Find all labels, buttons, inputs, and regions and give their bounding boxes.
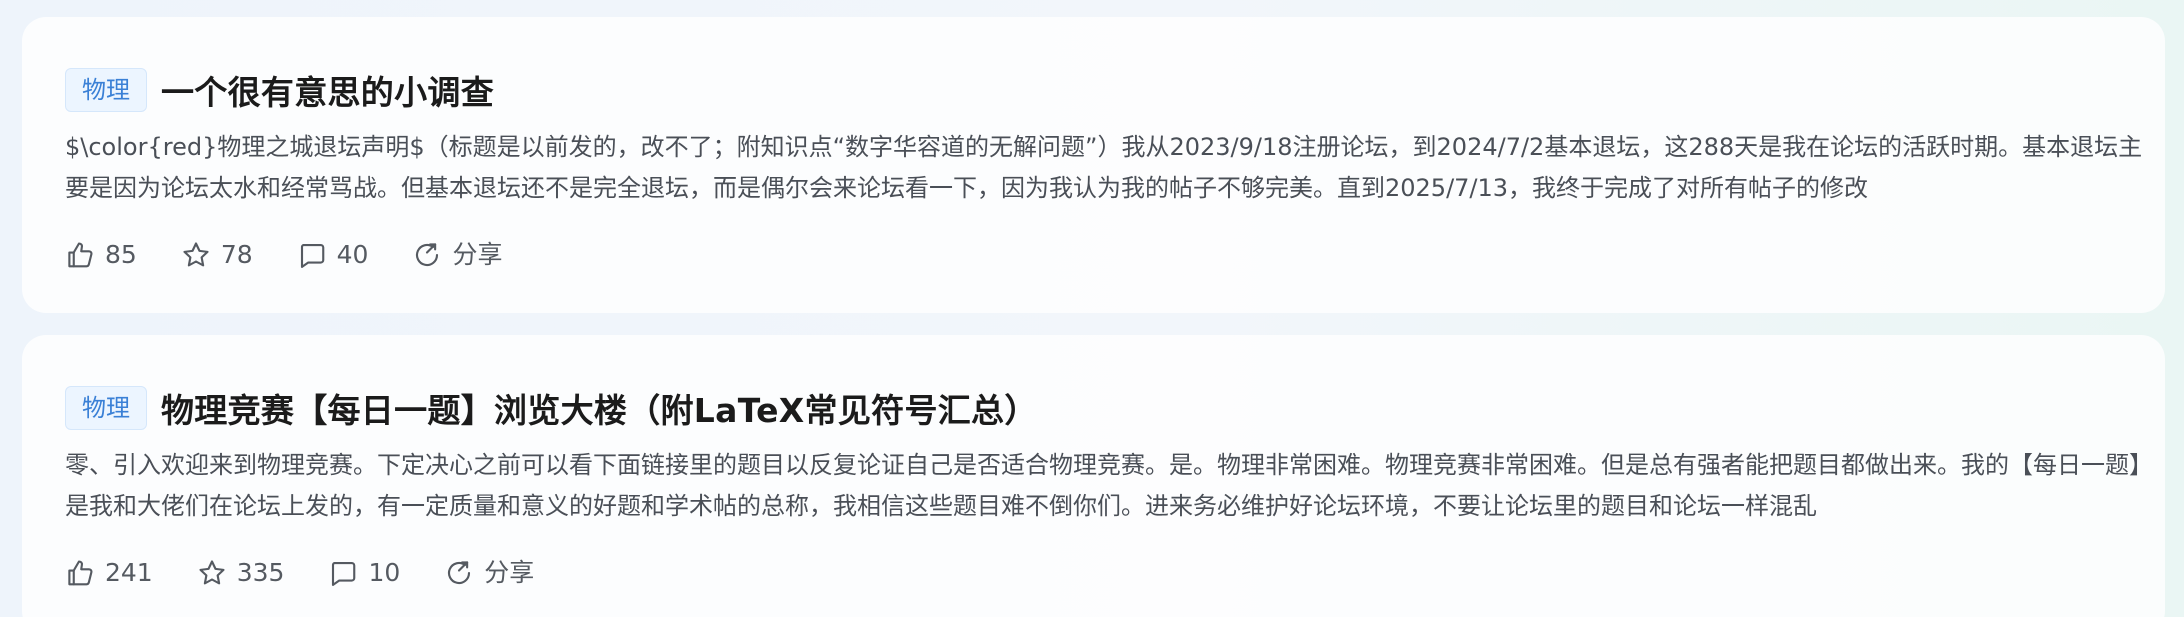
post-title-row: 物理 物理竞赛【每日一题】浏览大楼（附LaTeX常见符号汇总）	[65, 385, 2121, 431]
comment-button[interactable]: 40	[297, 240, 369, 270]
thumbs-up-icon	[68, 560, 93, 586]
favorite-button[interactable]: 335	[197, 558, 285, 588]
share-icon	[448, 561, 471, 585]
post-title[interactable]: 一个很有意思的小调查	[161, 66, 494, 114]
star-icon	[199, 560, 225, 585]
comment-count: 40	[336, 240, 369, 269]
post-actions: 85 78 40 分享	[65, 237, 2121, 273]
star-icon	[183, 242, 209, 267]
post-title-row: 物理 一个很有意思的小调查	[65, 67, 2121, 113]
post-actions: 241 335 10 分享	[65, 555, 2121, 591]
like-button[interactable]: 241	[65, 558, 153, 588]
like-count: 85	[105, 240, 137, 269]
post-title[interactable]: 物理竞赛【每日一题】浏览大楼（附LaTeX常见符号汇总）	[161, 384, 1038, 432]
share-icon	[416, 243, 439, 267]
share-label: 分享	[484, 558, 535, 587]
favorite-count: 335	[236, 558, 285, 587]
favorite-button[interactable]: 78	[181, 240, 253, 270]
comment-icon	[332, 561, 356, 586]
share-button[interactable]: 分享	[444, 558, 534, 588]
category-tag[interactable]: 物理	[65, 386, 147, 430]
share-label: 分享	[452, 240, 503, 269]
post-card[interactable]: 物理 一个很有意思的小调查 $\color{red}物理之城退坛声明$（标题是以…	[22, 17, 2165, 313]
comment-count: 10	[368, 558, 401, 587]
thumbs-up-icon	[68, 242, 93, 268]
like-button[interactable]: 85	[65, 240, 137, 270]
comment-button[interactable]: 10	[328, 558, 400, 588]
comment-icon	[300, 243, 324, 268]
post-excerpt[interactable]: $\color{red}物理之城退坛声明$（标题是以前发的，改不了；附知识点“数…	[65, 127, 2143, 209]
share-button[interactable]: 分享	[412, 240, 502, 270]
like-count: 241	[105, 558, 153, 587]
post-excerpt[interactable]: 零、引入欢迎来到物理竞赛。下定决心之前可以看下面链接里的题目以反复论证自己是否适…	[65, 445, 2143, 527]
post-card[interactable]: 物理 物理竞赛【每日一题】浏览大楼（附LaTeX常见符号汇总） 零、引入欢迎来到…	[22, 335, 2165, 617]
favorite-count: 78	[220, 240, 253, 269]
category-tag[interactable]: 物理	[65, 68, 147, 112]
